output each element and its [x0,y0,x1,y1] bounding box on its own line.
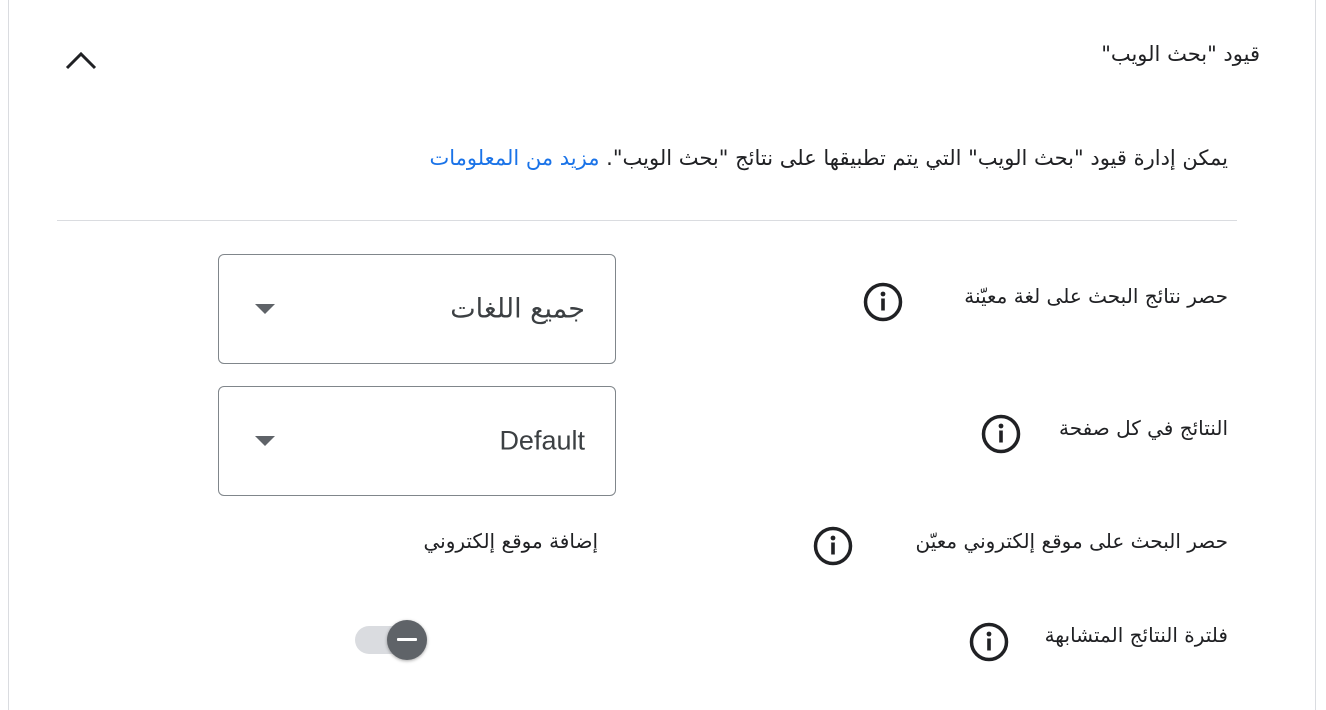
results-per-page-select-value: Default [499,425,585,456]
chevron-up-icon [65,51,97,70]
duplicate-filter-toggle[interactable] [355,620,431,660]
description: يمكن إدارة قيود "بحث الويب" التي يتم تطب… [429,146,1228,170]
toggle-indeterminate-icon [387,620,427,660]
info-icon[interactable] [812,525,854,567]
add-website-button[interactable]: إضافة موقع إلكتروني [423,529,598,553]
info-icon[interactable] [862,281,904,323]
info-icon[interactable] [980,413,1022,455]
learn-more-link[interactable]: مزيد من المعلومات [429,146,599,170]
language-label: حصر نتائج البحث على لغة معيّنة [964,284,1228,308]
results-per-page-select[interactable]: Default [218,386,616,496]
divider [57,220,1237,221]
language-select-value: جميع اللغات [450,293,585,325]
info-icon[interactable] [968,621,1010,663]
results-per-page-label: النتائج في كل صفحة [1059,416,1228,440]
web-search-restrictions-panel: قيود "بحث الويب" يمكن إدارة قيود "بحث ال… [8,0,1316,710]
dropdown-arrow-icon [255,436,275,446]
dropdown-arrow-icon [255,304,275,314]
site-restrict-label: حصر البحث على موقع إلكتروني معيّن [915,529,1228,553]
section-title: قيود "بحث الويب" [1101,42,1260,66]
collapse-button[interactable] [59,40,103,80]
description-text: يمكن إدارة قيود "بحث الويب" التي يتم تطب… [606,146,1228,170]
language-select[interactable]: جميع اللغات [218,254,616,364]
duplicate-filter-label: فلترة النتائج المتشابهة [1044,623,1228,647]
